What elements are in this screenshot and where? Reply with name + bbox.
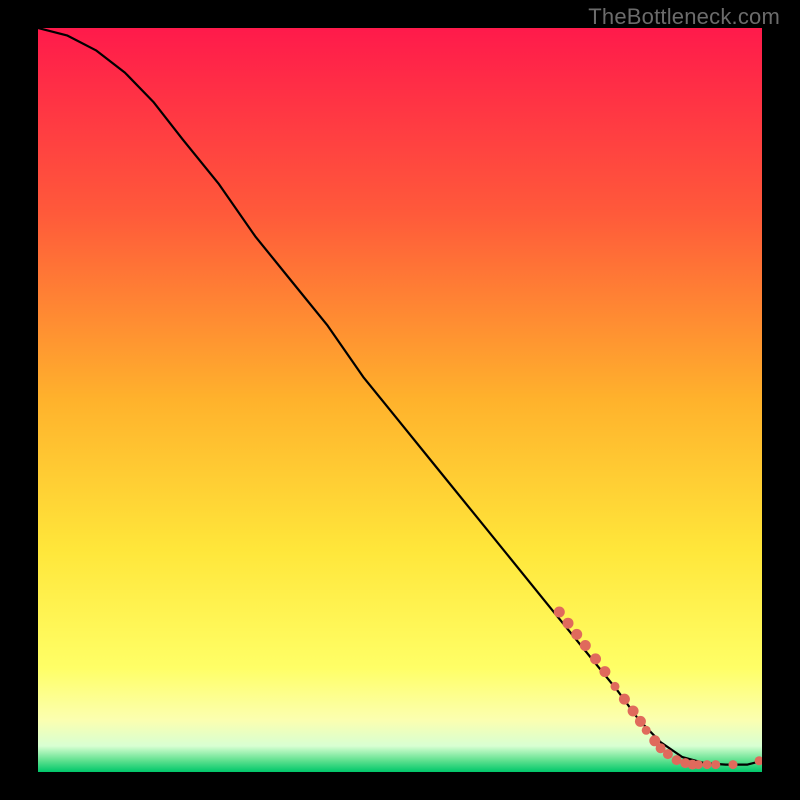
- data-marker: [694, 760, 703, 769]
- data-marker: [703, 760, 712, 769]
- data-marker: [599, 666, 610, 677]
- data-marker: [619, 694, 630, 705]
- data-marker: [663, 749, 673, 759]
- data-marker: [580, 640, 591, 651]
- data-marker: [672, 755, 682, 765]
- data-marker: [711, 760, 720, 769]
- data-marker: [628, 706, 639, 717]
- data-marker: [571, 629, 582, 640]
- gradient-background: [38, 28, 762, 772]
- chart-svg: [38, 28, 762, 772]
- data-marker: [642, 726, 651, 735]
- data-marker: [635, 716, 646, 727]
- data-marker: [554, 607, 565, 618]
- data-marker: [590, 653, 601, 664]
- data-marker: [729, 760, 738, 769]
- plot-area: [38, 28, 762, 772]
- data-marker: [563, 618, 574, 629]
- chart-frame: TheBottleneck.com: [0, 0, 800, 800]
- attribution-text: TheBottleneck.com: [588, 4, 780, 30]
- data-marker: [611, 682, 620, 691]
